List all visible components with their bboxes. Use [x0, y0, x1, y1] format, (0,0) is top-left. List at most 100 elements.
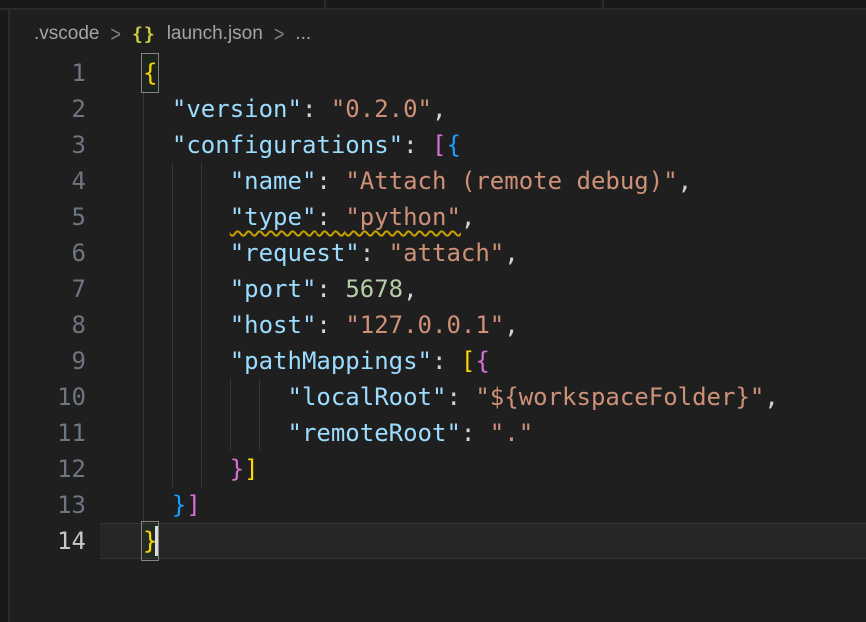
code-line[interactable]: 6 "request": "attach",: [12, 235, 866, 271]
code-token: ]: [244, 455, 258, 483]
line-number: 8: [12, 307, 100, 343]
code-line[interactable]: 7 "port": 5678,: [12, 271, 866, 307]
code-token: ,: [461, 203, 475, 231]
code-token: :: [316, 203, 345, 231]
code-text: "configurations": [{: [100, 127, 461, 163]
code-token: :: [302, 95, 331, 123]
code-line[interactable]: 14}: [12, 523, 866, 559]
text-cursor: [155, 526, 158, 556]
code-token: :: [316, 311, 345, 339]
code-token: ".": [490, 419, 533, 447]
breadcrumb: .vscode > {} launch.json > ...: [34, 20, 311, 48]
code-text: "host": "127.0.0.1",: [100, 307, 519, 343]
code-text: {: [100, 55, 157, 91]
chevron-right-icon: >: [110, 21, 121, 47]
code-line[interactable]: 1{: [12, 55, 866, 91]
breadcrumb-folder[interactable]: .vscode: [34, 23, 99, 45]
code-token: "attach": [389, 239, 505, 267]
line-number: 4: [12, 163, 100, 199]
line-number: 13: [12, 487, 100, 523]
code-token: [143, 95, 172, 123]
line-number: 3: [12, 127, 100, 163]
line-number: 6: [12, 235, 100, 271]
code-token: "version": [172, 95, 302, 123]
code-token: "pathMappings": [230, 347, 432, 375]
code-line[interactable]: 4 "name": "Attach (remote debug)",: [12, 163, 866, 199]
code-token: :: [461, 419, 490, 447]
code-token: "127.0.0.1": [345, 311, 504, 339]
code-token: "host": [230, 311, 317, 339]
code-token: ]: [186, 491, 200, 519]
code-text: "version": "0.2.0",: [100, 91, 446, 127]
breadcrumb-file[interactable]: launch.json: [167, 23, 263, 45]
code-line[interactable]: 10 "localRoot": "${workspaceFolder}",: [12, 379, 866, 415]
code-token: [143, 131, 172, 159]
code-token: "remoteRoot": [288, 419, 461, 447]
code-line[interactable]: 9 "pathMappings": [{: [12, 343, 866, 379]
code-text: }: [100, 523, 157, 559]
code-token: [143, 347, 230, 375]
code-token: }: [230, 455, 244, 483]
line-number: 7: [12, 271, 100, 307]
code-token: "Attach (remote debug)": [345, 167, 677, 195]
code-token: ,: [504, 311, 518, 339]
matched-bracket: {: [143, 55, 157, 91]
code-token: :: [316, 275, 345, 303]
line-number: 11: [12, 415, 100, 451]
line-number: 12: [12, 451, 100, 487]
code-text: "localRoot": "${workspaceFolder}",: [100, 379, 779, 415]
code-token: [: [461, 347, 475, 375]
line-number: 2: [12, 91, 100, 127]
code-token: ,: [764, 383, 778, 411]
code-line[interactable]: 11 "remoteRoot": ".": [12, 415, 866, 451]
code-token: {: [446, 131, 460, 159]
code-token: "configurations": [172, 131, 403, 159]
line-number: 10: [12, 379, 100, 415]
code-token: "python": [345, 203, 461, 231]
code-line[interactable]: 3 "configurations": [{: [12, 127, 866, 163]
code-line[interactable]: 5 "type": "python",: [12, 199, 866, 235]
code-text: }]: [100, 451, 259, 487]
code-token: ,: [504, 239, 518, 267]
code-token: "${workspaceFolder}": [475, 383, 764, 411]
code-line[interactable]: 2 "version": "0.2.0",: [12, 91, 866, 127]
code-token: :: [360, 239, 389, 267]
code-text: }]: [100, 487, 201, 523]
code-text: "name": "Attach (remote debug)",: [100, 163, 692, 199]
code-token: "localRoot": [288, 383, 447, 411]
code-text: "request": "attach",: [100, 235, 519, 271]
code-text: "port": 5678,: [100, 271, 418, 307]
code-text: "pathMappings": [{: [100, 343, 490, 379]
code-line[interactable]: 8 "host": "127.0.0.1",: [12, 307, 866, 343]
json-file-icon: {}: [132, 24, 156, 45]
code-token: ,: [678, 167, 692, 195]
line-number: 14: [12, 523, 100, 559]
code-token: [143, 491, 172, 519]
code-token: "request": [230, 239, 360, 267]
code-token: [143, 311, 230, 339]
code-token: "type": [230, 203, 317, 231]
code-line[interactable]: 12 }]: [12, 451, 866, 487]
code-text: "remoteRoot": ".": [100, 415, 533, 451]
code-token: :: [446, 383, 475, 411]
code-token: [143, 239, 230, 267]
code-line[interactable]: 13 }]: [12, 487, 866, 523]
code-token: "name": [230, 167, 317, 195]
code-token: [143, 455, 230, 483]
code-token: [143, 383, 288, 411]
code-lines[interactable]: 1{2 "version": "0.2.0",3 "configurations…: [12, 55, 866, 559]
tab-divider: [602, 0, 604, 10]
code-token: [143, 167, 230, 195]
code-token: :: [432, 347, 461, 375]
code-token: [143, 275, 230, 303]
breadcrumb-symbol-tail[interactable]: ...: [295, 23, 311, 45]
code-token: :: [403, 131, 432, 159]
line-number: 5: [12, 199, 100, 235]
vscode-editor-window: .vscode > {} launch.json > ... 1{2 "vers…: [0, 0, 866, 622]
line-number: 9: [12, 343, 100, 379]
code-token: [143, 419, 288, 447]
code-token: [: [432, 131, 446, 159]
panel-edge: [0, 10, 10, 622]
tab-bar-strip: [0, 0, 866, 10]
chevron-right-icon: >: [274, 21, 285, 47]
